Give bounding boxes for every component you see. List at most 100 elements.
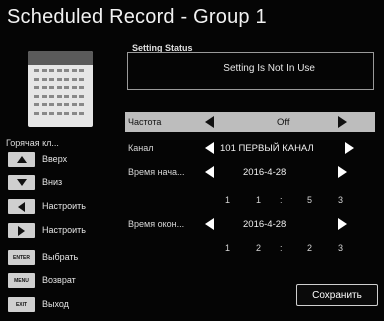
hotkey-enter-label: Выбрать <box>42 252 79 262</box>
calendar-header <box>28 51 93 65</box>
end-time-label: Время окон... <box>128 219 185 229</box>
start-date-right-arrow-icon[interactable] <box>338 166 347 178</box>
calendar-cell <box>79 77 84 81</box>
frequency-row[interactable]: Частота Off <box>125 112 375 132</box>
hotkey-up: Вверх <box>8 152 118 167</box>
start-minute-digit-1: 5 <box>307 195 313 205</box>
start-hour-digit-1: 1 <box>225 195 231 205</box>
enter-key-icon: ENTER <box>8 250 35 265</box>
calendar-cell <box>49 86 54 89</box>
hotkey-left: Настроить <box>8 199 118 214</box>
hotkey-exit: EXIT Выход <box>8 297 118 312</box>
end-date-right-arrow-icon[interactable] <box>338 218 347 230</box>
calendar-cell <box>41 94 47 98</box>
hotkey-up-label: Вверх <box>42 154 68 164</box>
calendar-cell <box>49 94 54 98</box>
hotkey-menu-label: Возврат <box>42 275 76 285</box>
calendar-cell <box>64 103 69 106</box>
calendar-cell <box>56 111 62 115</box>
calendar-cell <box>56 86 62 89</box>
calendar-cell <box>56 94 62 98</box>
channel-left-arrow-icon[interactable] <box>205 142 214 154</box>
calendar-cell <box>49 111 54 115</box>
frequency-left-arrow-icon[interactable] <box>205 116 214 128</box>
calendar-cell <box>64 69 69 72</box>
end-minute-digit-1: 2 <box>307 243 313 253</box>
end-date-value: 2016-4-28 <box>243 219 287 230</box>
up-key-icon <box>8 152 35 167</box>
calendar-cell <box>34 111 39 115</box>
start-time-row[interactable]: Время нача... 2016-4-28 <box>125 162 375 182</box>
setting-status-value: Setting Is Not In Use <box>223 63 315 74</box>
calendar-cell <box>64 86 69 89</box>
calendar-cell <box>49 103 54 106</box>
start-date-value: 2016-4-28 <box>243 167 287 178</box>
end-hour-digit-1: 1 <box>225 243 231 253</box>
calendar-cell <box>71 94 77 98</box>
start-date-left-arrow-icon[interactable] <box>205 166 214 178</box>
frequency-label: Частота <box>128 117 162 127</box>
calendar-cell <box>56 103 62 106</box>
start-hour-digit-2: 1 <box>256 195 262 205</box>
calendar-cell <box>56 77 62 81</box>
channel-right-arrow-icon[interactable] <box>345 142 354 154</box>
calendar-cell <box>71 86 77 89</box>
calendar-cell <box>64 111 69 115</box>
down-key-icon <box>8 175 35 190</box>
hotkey-down: Вниз <box>8 175 118 190</box>
calendar-cell <box>79 69 84 72</box>
calendar-cell <box>41 86 47 89</box>
end-time-value[interactable]: 1 2 : 2 3 <box>215 243 350 257</box>
calendar-grid <box>34 69 87 121</box>
channel-row[interactable]: Канал 101 ПЕРВЫЙ КАНАЛ <box>125 138 375 158</box>
calendar-cell <box>41 111 47 115</box>
calendar-cell <box>34 103 39 106</box>
calendar-cell <box>56 69 62 72</box>
hotkey-right: Настроить <box>8 223 118 238</box>
calendar-cell <box>34 69 39 72</box>
setting-status-box: Setting Is Not In Use <box>127 52 374 90</box>
save-button[interactable]: Сохранить <box>296 284 378 306</box>
frequency-value: Off <box>277 117 290 128</box>
exit-key-icon: EXIT <box>8 297 35 312</box>
calendar-cell <box>71 111 77 115</box>
frequency-right-arrow-icon[interactable] <box>338 116 347 128</box>
calendar-cell <box>34 86 39 89</box>
calendar-cell <box>79 103 84 106</box>
hotkeys-title: Горячая кл... <box>6 138 59 148</box>
hotkey-down-label: Вниз <box>42 177 63 187</box>
calendar-cell <box>71 103 77 106</box>
hotkey-exit-label: Выход <box>42 299 69 309</box>
start-time-value[interactable]: 1 1 : 5 3 <box>215 195 350 209</box>
calendar-cell <box>41 103 47 106</box>
hotkey-right-label: Настроить <box>42 225 86 235</box>
hotkey-menu: MENU Возврат <box>8 273 118 288</box>
calendar-cell <box>41 77 47 81</box>
channel-value: 101 ПЕРВЫЙ КАНАЛ <box>220 143 314 154</box>
calendar-cell <box>34 94 39 98</box>
end-date-left-arrow-icon[interactable] <box>205 218 214 230</box>
start-minute-digit-2: 3 <box>338 195 344 205</box>
right-key-icon <box>8 223 35 238</box>
hotkey-enter: ENTER Выбрать <box>8 250 118 265</box>
calendar-cell <box>64 94 69 98</box>
end-time-colon: : <box>280 243 283 253</box>
calendar-cell <box>79 86 84 89</box>
setting-status-panel: Setting Status Setting Is Not In Use <box>127 40 375 92</box>
calendar-cell <box>49 77 54 81</box>
calendar-cell <box>79 111 84 115</box>
calendar-cell <box>64 77 69 81</box>
calendar-cell <box>71 69 77 72</box>
end-time-row[interactable]: Время окон... 2016-4-28 <box>125 214 375 234</box>
end-hour-digit-2: 2 <box>256 243 262 253</box>
calendar-cell <box>79 94 84 98</box>
scheduled-record-screen: Scheduled Record - Group 1 Setting Statu… <box>0 0 384 321</box>
calendar-cell <box>41 69 47 72</box>
left-key-icon <box>8 199 35 214</box>
end-minute-digit-2: 3 <box>338 243 344 253</box>
calendar-icon <box>28 51 93 127</box>
hotkey-left-label: Настроить <box>42 201 86 211</box>
calendar-cell <box>49 69 54 72</box>
menu-key-icon: MENU <box>8 273 35 288</box>
calendar-cell <box>34 77 39 81</box>
